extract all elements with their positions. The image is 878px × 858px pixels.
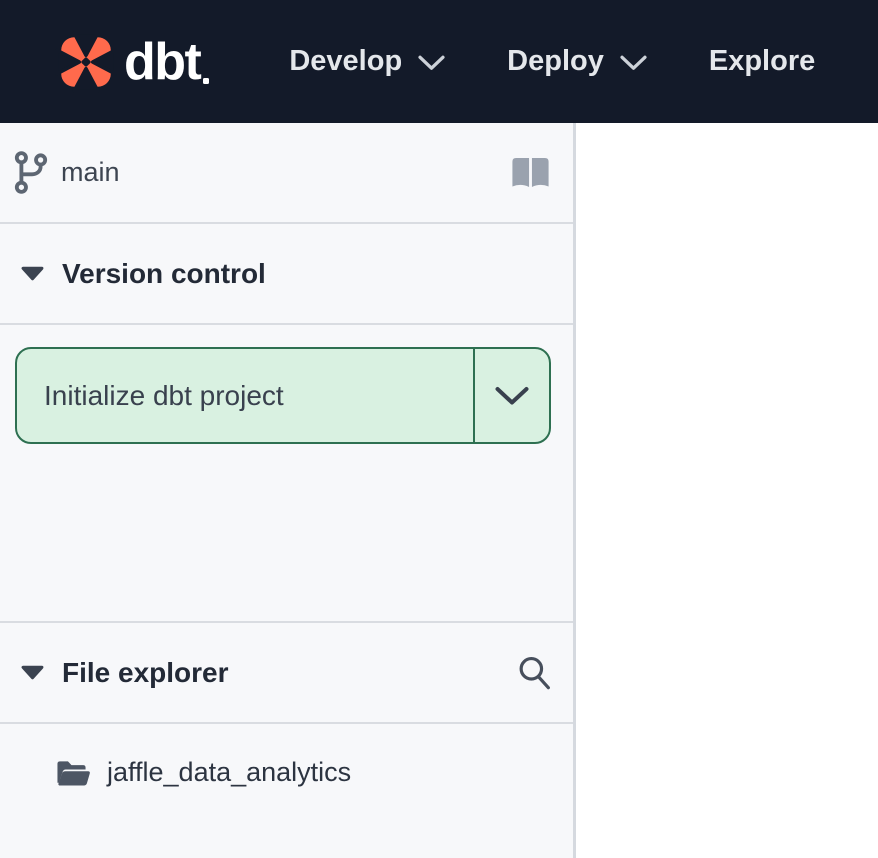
chevron-down-icon — [418, 55, 445, 71]
nav-item-deploy[interactable]: Deploy — [507, 45, 647, 78]
initialize-dbt-project-label: Initialize dbt project — [17, 349, 473, 442]
dbt-logo-text: dbt — [124, 36, 200, 88]
chevron-down-icon — [495, 386, 529, 406]
top-nav-menu: Develop Deploy Explore — [289, 45, 815, 78]
version-control-panel: Initialize dbt project — [0, 325, 573, 623]
top-nav: dbt Develop Deploy Explore — [0, 0, 878, 123]
nav-item-explore-label: Explore — [709, 45, 815, 78]
dbt-logo-icon — [55, 31, 117, 93]
initialize-dropdown-toggle[interactable] — [475, 349, 549, 442]
folder-open-icon — [56, 758, 91, 787]
branch-bar: main — [0, 123, 573, 224]
search-icon[interactable] — [517, 654, 551, 691]
git-branch-icon — [14, 150, 48, 195]
file-explorer-title: File explorer — [62, 657, 229, 689]
dbt-logo-trademark-dot — [203, 78, 209, 84]
initialize-dbt-project-button[interactable]: Initialize dbt project — [15, 347, 551, 444]
section-header-version-control[interactable]: Version control — [0, 224, 573, 325]
folder-name-label: jaffle_data_analytics — [107, 757, 351, 788]
nav-item-develop-label: Develop — [289, 45, 402, 78]
nav-item-explore[interactable]: Explore — [709, 45, 815, 78]
folder-jaffle-data-analytics[interactable]: jaffle_data_analytics — [0, 749, 573, 795]
caret-down-icon — [20, 266, 45, 281]
current-branch-label: main — [61, 157, 120, 188]
app-root: dbt Develop Deploy Explore — [0, 0, 878, 858]
section-header-file-explorer[interactable]: File explorer — [0, 623, 573, 724]
main-content-area — [576, 123, 878, 858]
dbt-logo[interactable]: dbt — [55, 31, 209, 93]
docs-book-icon[interactable] — [510, 157, 551, 188]
nav-item-deploy-label: Deploy — [507, 45, 604, 78]
sidebar: main Version control Initialize dbt proj… — [0, 123, 576, 858]
nav-item-develop[interactable]: Develop — [289, 45, 445, 78]
caret-down-icon — [20, 665, 45, 680]
chevron-down-icon — [620, 55, 647, 71]
version-control-title: Version control — [62, 258, 266, 290]
file-explorer-tree: jaffle_data_analytics — [0, 724, 573, 795]
